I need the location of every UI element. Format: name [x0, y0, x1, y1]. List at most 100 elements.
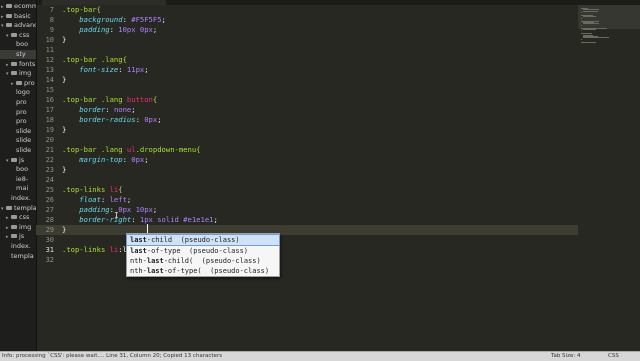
code-token: }	[62, 165, 67, 174]
line-number: 7	[49, 6, 54, 14]
line-number: 20	[45, 136, 54, 144]
code-editor[interactable]: .top-bar{ background: #F5F5F5; padding: …	[58, 5, 578, 351]
line-number: 25	[45, 186, 54, 194]
line-number: 8	[49, 16, 54, 24]
code-token: li	[109, 185, 119, 194]
code-line[interactable]: .top-links li{	[62, 185, 123, 195]
sidebar-item-label: img	[19, 222, 32, 231]
code-line[interactable]: .top-bar .lang ul.dropdown-menu{	[62, 145, 201, 155]
sidebar-item-label: boo	[16, 165, 29, 174]
code-line[interactable]: .top-bar .lang{	[62, 55, 127, 65]
line-number: 29	[45, 226, 54, 234]
sidebar-item-templa[interactable]: templa	[0, 252, 34, 261]
sidebar-item-basic[interactable]: ▸ basic	[0, 12, 31, 21]
sidebar-item-label: templa	[11, 251, 34, 260]
sidebar-item-css[interactable]: ▾ css	[0, 31, 29, 40]
line-number: 28	[45, 216, 54, 224]
sidebar-item-slide[interactable]: slide	[0, 127, 31, 136]
sidebar-item-fonts[interactable]: ▸ fonts	[0, 60, 35, 69]
sidebar-item-index[interactable]: index.	[0, 194, 31, 203]
autocomplete-item[interactable]: nth-last-child( (pseudo-class)	[127, 256, 279, 266]
line-number: 13	[45, 66, 54, 74]
sidebar-item-index[interactable]: index.	[0, 242, 31, 251]
line-number: 9	[49, 26, 54, 34]
sidebar-item-pro[interactable]: pro	[0, 117, 27, 126]
code-token: button	[126, 95, 153, 104]
sidebar-item-logo[interactable]: logo	[0, 88, 30, 97]
code-token: .dropdown-menu{	[135, 145, 201, 154]
folder-icon	[11, 61, 17, 66]
code-token: #F5F5F5	[131, 15, 162, 24]
sidebar-item-label: pro	[24, 78, 35, 87]
sidebar-item-label: img	[19, 69, 32, 78]
code-token: ;	[152, 205, 158, 214]
sidebar-item-label: slide	[16, 146, 32, 154]
sidebar-item-slide[interactable]: slide	[0, 136, 31, 145]
code-line[interactable]: }	[62, 165, 66, 175]
line-number: 21	[45, 146, 54, 154]
folder-icon	[11, 32, 17, 37]
sidebar-item-template[interactable]: ▾template	[0, 204, 36, 213]
code-token: ;	[144, 155, 149, 164]
sidebar-item-mai[interactable]: mai	[0, 184, 28, 193]
sidebar-item-pro[interactable]: ▸ pro	[0, 79, 35, 88]
code-token: :	[122, 155, 132, 164]
sidebar-item-img[interactable]: ▾ img	[0, 69, 31, 78]
code-line[interactable]: background: #F5F5F5;	[62, 15, 166, 25]
sidebar-item-label: logo	[16, 88, 30, 97]
code-line[interactable]: padding: 0px 10px;	[62, 205, 157, 215]
completion-match: last	[146, 257, 164, 265]
sidebar-item-slide[interactable]: slide	[0, 146, 31, 155]
code-line[interactable]: .top-bar{	[62, 5, 101, 15]
code-token: ul	[126, 145, 136, 154]
code-line[interactable]: border-radius: 0px;	[62, 115, 161, 125]
line-number: 31	[45, 246, 54, 254]
completion-kind: (pseudo-class)	[201, 257, 261, 265]
code-line[interactable]: border: none;	[62, 105, 135, 115]
sidebar-item-img[interactable]: ▸ img	[0, 223, 31, 232]
folder-icon	[6, 205, 12, 210]
code-line[interactable]: }	[62, 75, 66, 85]
code-token: ;	[213, 215, 218, 224]
sidebar-item-js[interactable]: ▾ js	[0, 156, 24, 165]
sidebar-item-label: ie8-	[16, 174, 29, 183]
autocomplete-item[interactable]: last-of-type (pseudo-class)	[127, 246, 279, 256]
code-token: ;	[152, 25, 158, 34]
code-line[interactable]: padding: 10px 0px;	[62, 25, 157, 35]
completion-suffix: -of-type(	[163, 267, 202, 275]
sidebar-item-sty[interactable]: sty	[0, 50, 36, 59]
sidebar-item-label: pro	[16, 107, 27, 116]
minimap-line	[583, 23, 599, 25]
autocomplete-item[interactable]: last-child (pseudo-class)	[126, 234, 280, 246]
code-line[interactable]: .top-bar .lang button{	[62, 95, 157, 105]
sidebar-item-advance[interactable]: ▾advance	[0, 21, 36, 30]
code-token: ;	[126, 195, 132, 204]
code-line[interactable]: margin-top: 0px;	[62, 155, 149, 165]
sidebar-item-pro[interactable]: pro	[0, 108, 27, 117]
sidebar-item-ecommerce[interactable]: ▸ecommerce	[0, 2, 36, 11]
sidebar-item-pro[interactable]: pro	[0, 98, 27, 107]
code-line[interactable]: float: left;	[62, 195, 131, 205]
code-token: ;	[161, 15, 166, 24]
folder-icon	[11, 215, 17, 220]
minimap-line	[583, 16, 597, 18]
folder-icon	[16, 80, 22, 85]
code-token: 10px 0px	[118, 25, 153, 34]
autocomplete-item[interactable]: nth-last-of-type( (pseudo-class)	[127, 266, 279, 276]
sidebar-item-boo[interactable]: boo	[0, 40, 28, 49]
code-token: 0px	[144, 115, 158, 124]
folder-icon	[11, 157, 17, 162]
minimap-line	[581, 38, 582, 40]
code-line[interactable]: }	[62, 125, 66, 135]
sidebar-item-boo[interactable]: boo	[0, 165, 28, 174]
code-line[interactable]: }	[62, 35, 66, 45]
minimap[interactable]	[578, 5, 640, 351]
code-line[interactable]: }	[62, 225, 66, 235]
sidebar-item-label: mai	[16, 184, 29, 193]
sidebar-item-js[interactable]: ▸ js	[0, 232, 24, 241]
code-line[interactable]: border-right: 1px solid #e1e1e1;	[62, 215, 218, 225]
sidebar-item-ie8[interactable]: ie8-	[0, 175, 28, 184]
sidebar-item-css[interactable]: ▸ css	[0, 213, 29, 222]
code-token: li	[109, 245, 119, 254]
code-line[interactable]: font-size: 11px;	[62, 65, 148, 75]
